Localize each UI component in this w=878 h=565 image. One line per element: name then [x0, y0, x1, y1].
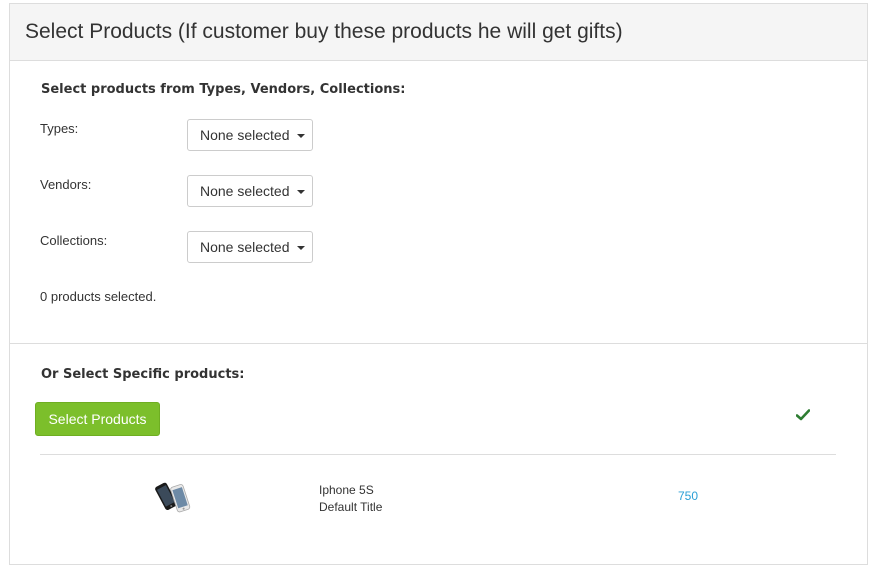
page-title: Select Products (If customer buy these p…: [25, 20, 623, 43]
product-name: Iphone 5S: [319, 483, 374, 497]
caret-down-icon: [297, 134, 306, 139]
specific-heading: Or Select Specific products:: [41, 367, 245, 382]
vendors-dropdown-value: None selected: [200, 183, 290, 199]
collections-label: Collections:: [40, 233, 108, 248]
row-divider: [40, 454, 836, 455]
products-panel: Select Products (If customer buy these p…: [9, 3, 868, 565]
check-icon: [796, 409, 810, 421]
product-price-link[interactable]: 750: [678, 489, 698, 503]
panel-header: Select Products (If customer buy these p…: [10, 4, 867, 61]
product-variant: Default Title: [319, 500, 383, 514]
selected-count: 0 products selected.: [40, 289, 157, 304]
collections-dropdown-value: None selected: [200, 239, 290, 255]
types-dropdown-value: None selected: [200, 127, 290, 143]
vendors-label: Vendors:: [40, 177, 92, 192]
select-products-button[interactable]: Select Products: [35, 402, 160, 436]
types-dropdown[interactable]: None selected: [187, 119, 313, 151]
collections-dropdown[interactable]: None selected: [187, 231, 313, 263]
vendors-dropdown[interactable]: None selected: [187, 175, 313, 207]
product-info: Iphone 5S Default Title: [319, 482, 382, 516]
product-thumbnail: [155, 482, 191, 513]
types-label: Types:: [40, 121, 79, 136]
section-divider: [10, 343, 867, 344]
filter-heading: Select products from Types, Vendors, Col…: [41, 82, 406, 97]
caret-down-icon: [297, 246, 306, 251]
caret-down-icon: [297, 190, 306, 195]
